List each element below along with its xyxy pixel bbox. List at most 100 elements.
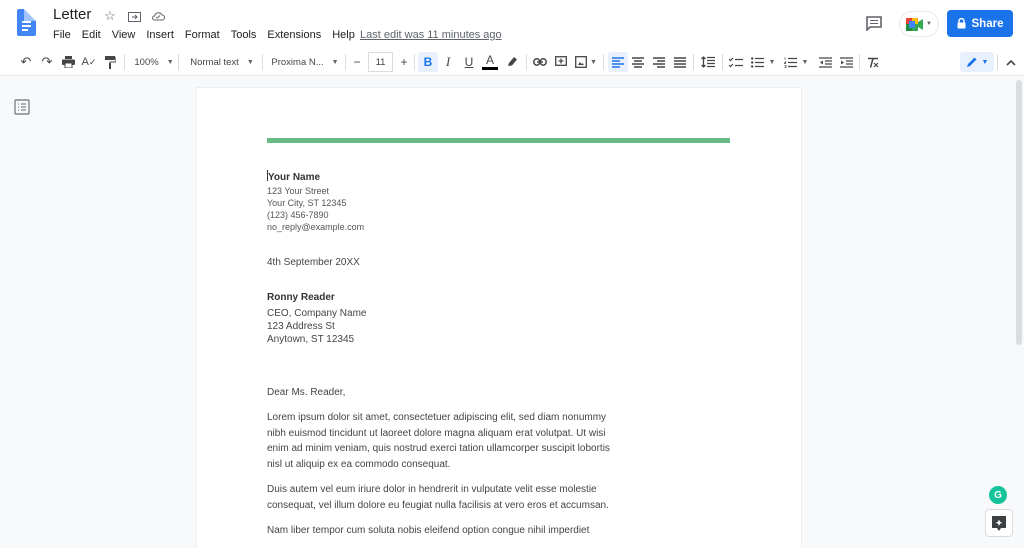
- paragraph-line: Duis autem vel eum iriure dolor in hendr…: [267, 484, 597, 495]
- image-icon: [575, 56, 587, 68]
- formatting-toolbar: ↶ ↷ A ✓ 100% ▼ Normal text ▼ Proxima N... ▼ …: [0, 48, 1024, 76]
- menu-format[interactable]: Format: [185, 29, 220, 41]
- undo-icon[interactable]: ↶: [16, 52, 36, 72]
- insert-image-button[interactable]: ▼: [572, 52, 600, 72]
- title-bar: Letter ☆ File Edit View Insert Format To…: [0, 0, 1024, 48]
- text-color-button[interactable]: A: [480, 52, 500, 72]
- comment-history-button[interactable]: [864, 13, 884, 33]
- explore-icon: [992, 515, 1006, 531]
- paragraph-1: Lorem ipsum dolor sit amet, consectetuer…: [267, 410, 610, 472]
- document-outline-button[interactable]: [14, 99, 30, 115]
- zoom-value: 100%: [134, 56, 159, 68]
- align-center-button[interactable]: [628, 52, 648, 72]
- paragraph-line: consequat, vel illum dolore eu feugiat n…: [267, 499, 609, 511]
- paragraph-2: Duis autem vel eum iriure dolor in hendr…: [267, 482, 609, 513]
- sender-name: Your Name: [267, 170, 320, 183]
- underline-button[interactable]: U: [459, 52, 479, 72]
- clear-formatting-icon: [868, 57, 879, 68]
- underline-icon: U: [464, 55, 474, 69]
- recipient-city: Anytown, ST 12345: [267, 334, 355, 345]
- numbered-list-button[interactable]: ▼: [782, 52, 810, 72]
- justify-button[interactable]: [670, 52, 690, 72]
- font-size-input[interactable]: 11: [368, 52, 393, 72]
- zoom-select[interactable]: 100% ▼: [130, 52, 178, 72]
- sender-city: Your City, ST 12345: [267, 198, 347, 208]
- chevron-down-icon: ▼: [331, 58, 339, 66]
- font-value: Proxima N...: [271, 56, 324, 68]
- vertical-scrollbar[interactable]: [1016, 80, 1022, 345]
- plus-icon: +: [400, 55, 408, 69]
- comment-icon: [866, 15, 882, 31]
- menu-extensions[interactable]: Extensions: [267, 29, 321, 41]
- collapse-menus-button[interactable]: [1001, 52, 1021, 72]
- line-spacing-button[interactable]: [698, 52, 718, 72]
- justify-icon: [674, 56, 686, 68]
- highlight-color-icon[interactable]: [502, 52, 522, 72]
- chevron-down-icon: ▼: [981, 58, 989, 66]
- align-left-button[interactable]: [608, 52, 628, 72]
- paint-format-icon[interactable]: [100, 52, 120, 72]
- editing-mode-button[interactable]: ▼: [960, 52, 994, 72]
- docs-logo-icon[interactable]: [17, 9, 36, 36]
- menu-file[interactable]: File: [53, 29, 71, 41]
- decrease-font-size-button[interactable]: −: [348, 52, 366, 72]
- sender-email: no_reply@example.com: [267, 222, 365, 232]
- decrease-indent-icon: [818, 56, 832, 68]
- menu-insert[interactable]: Insert: [146, 29, 174, 41]
- spellcheck-icon[interactable]: A ✓: [79, 52, 99, 72]
- bold-icon: B: [423, 55, 433, 69]
- menu-tools[interactable]: Tools: [231, 29, 257, 41]
- chevron-down-icon: ▼: [590, 58, 597, 66]
- meet-dropdown-icon: ▼: [926, 21, 932, 27]
- last-edit-link[interactable]: Last edit was 11 minutes ago: [360, 29, 502, 41]
- align-right-button[interactable]: [649, 52, 669, 72]
- meet-button[interactable]: ▼: [899, 11, 939, 37]
- paragraph-style-select[interactable]: Normal text ▼: [184, 52, 260, 72]
- grammarly-icon: G: [994, 489, 1002, 501]
- align-left-icon: [612, 56, 624, 68]
- share-button[interactable]: Share: [947, 10, 1013, 37]
- bulleted-list-button[interactable]: ▼: [749, 52, 777, 72]
- star-icon[interactable]: ☆: [102, 8, 118, 24]
- font-size-value: 11: [375, 56, 386, 68]
- pencil-icon: [966, 57, 977, 67]
- share-label: Share: [971, 17, 1004, 30]
- header-rule: [267, 138, 730, 143]
- menu-help[interactable]: Help: [332, 29, 355, 41]
- move-to-folder-icon[interactable]: [126, 8, 142, 24]
- explore-button[interactable]: [985, 509, 1013, 537]
- bulleted-list-icon: [750, 56, 764, 68]
- decrease-indent-button[interactable]: [815, 52, 835, 72]
- increase-font-size-button[interactable]: +: [395, 52, 413, 72]
- bold-button[interactable]: B: [418, 52, 438, 72]
- print-icon[interactable]: [58, 52, 78, 72]
- checklist-button[interactable]: [726, 52, 746, 72]
- menu-bar: File Edit View Insert Format Tools Exten…: [53, 29, 366, 41]
- paragraph-line: enim ad minim veniam, quis nostrud exerc…: [267, 443, 610, 454]
- italic-button[interactable]: I: [438, 52, 458, 72]
- insert-comment-icon[interactable]: [551, 52, 571, 72]
- checklist-icon: [729, 57, 743, 67]
- paragraph-line: nibh euismod tincidunt ut laoreet dolore…: [267, 427, 606, 439]
- font-select[interactable]: Proxima N... ▼: [268, 52, 342, 72]
- chevron-down-icon: ▼: [768, 58, 776, 66]
- document-title[interactable]: Letter: [53, 6, 91, 23]
- outline-icon: [14, 99, 30, 115]
- minus-icon: −: [353, 55, 361, 69]
- paragraph-style-value: Normal text: [190, 56, 239, 68]
- paragraph-line: Nam liber tempor cum soluta nobis eleife…: [267, 525, 590, 536]
- paragraph-3: Nam liber tempor cum soluta nobis eleife…: [267, 523, 589, 539]
- cloud-status-icon[interactable]: [150, 8, 166, 24]
- redo-icon[interactable]: ↷: [37, 52, 57, 72]
- align-right-icon: [653, 56, 665, 68]
- document-page[interactable]: Your Name 123 Your Street Your City, ST …: [197, 88, 801, 548]
- increase-indent-button[interactable]: [836, 52, 856, 72]
- increase-indent-icon: [839, 56, 853, 68]
- menu-view[interactable]: View: [112, 29, 136, 41]
- menu-edit[interactable]: Edit: [82, 29, 101, 41]
- clear-formatting-button[interactable]: [863, 52, 883, 72]
- grammarly-button[interactable]: G: [989, 486, 1007, 504]
- text-color-icon: A: [485, 52, 494, 67]
- insert-link-icon[interactable]: [530, 52, 550, 72]
- meet-icon: [906, 17, 924, 31]
